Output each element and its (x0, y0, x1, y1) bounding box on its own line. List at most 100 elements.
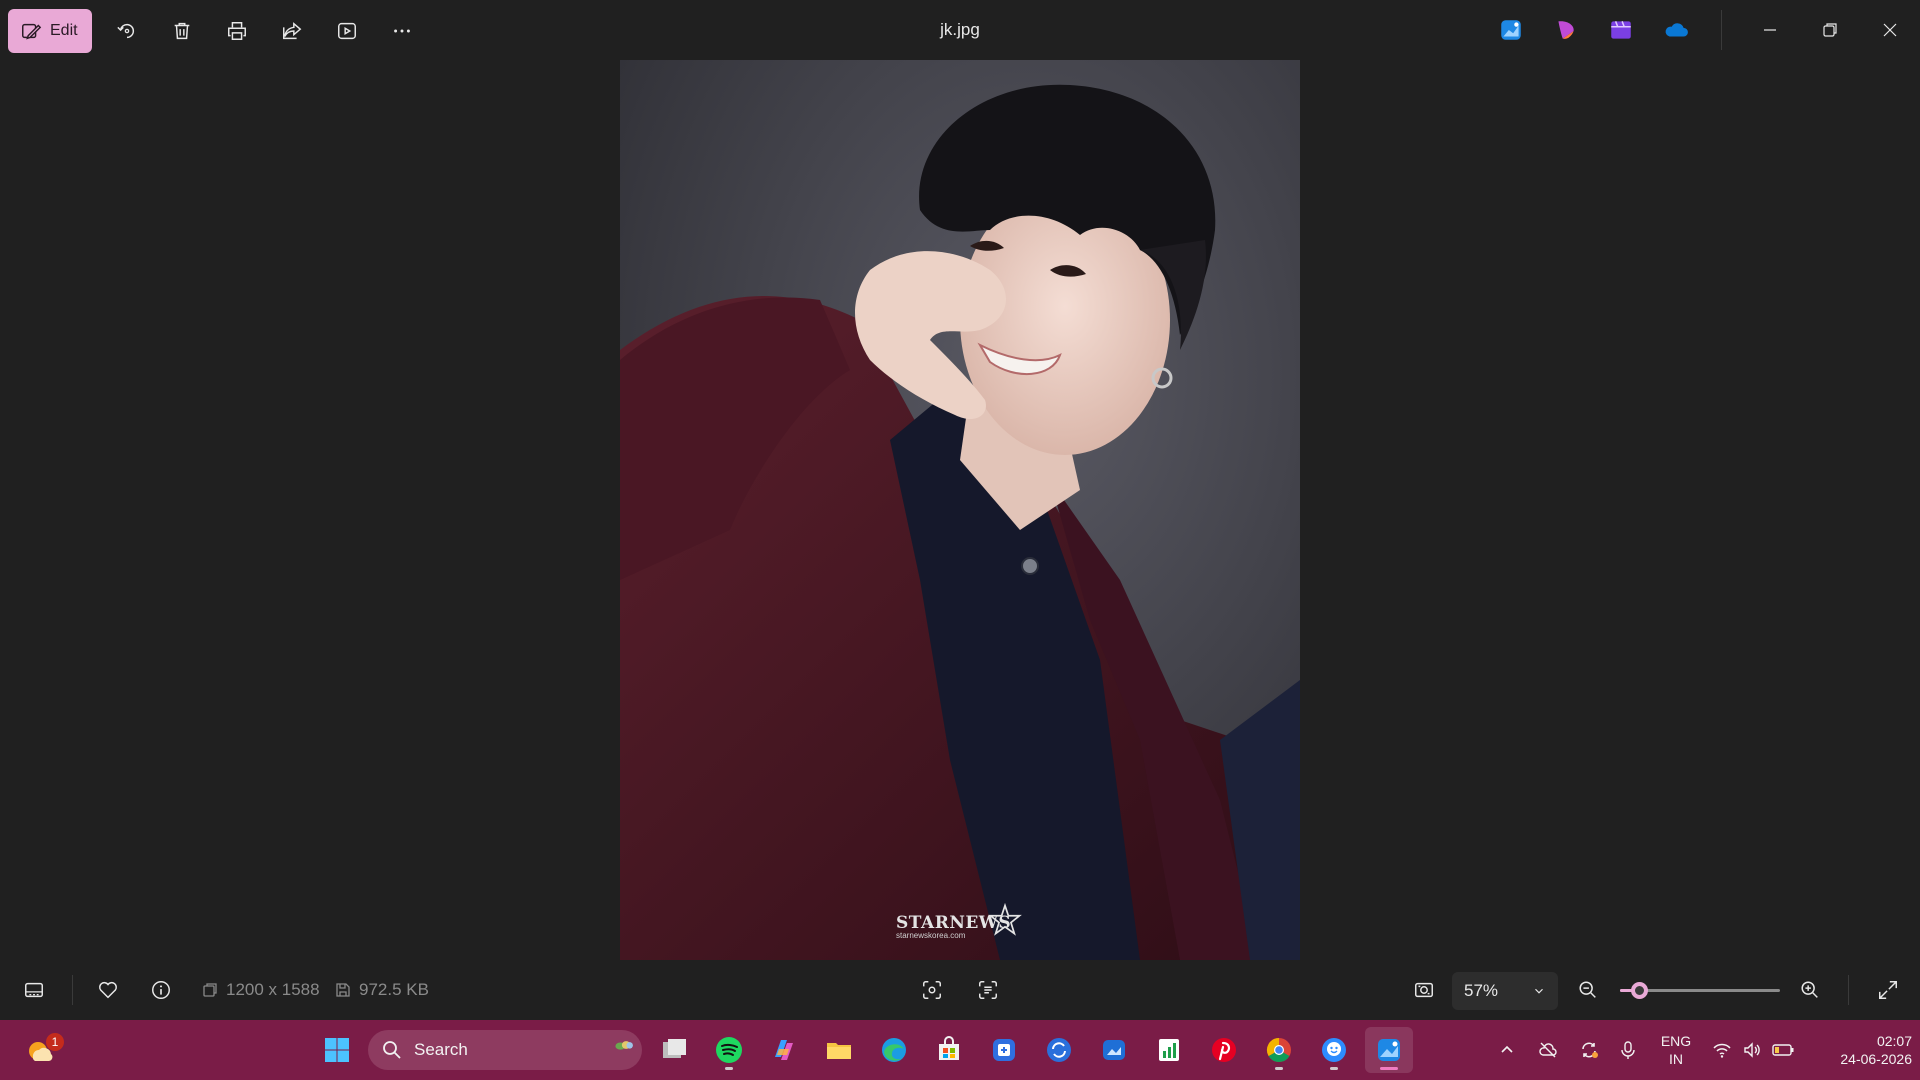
messenger-button[interactable] (1310, 1027, 1358, 1073)
wifi-icon (1713, 1043, 1731, 1058)
fit-to-window-button[interactable] (1402, 960, 1446, 1020)
task-view-button[interactable] (650, 1027, 698, 1073)
image-dimensions: 1200 x 1588 (202, 960, 320, 1020)
microphone-button[interactable] (1614, 1020, 1642, 1080)
running-indicator (1275, 1067, 1283, 1070)
time-text: 02:07 (1876, 1033, 1912, 1049)
bottom-bar: 1200 x 1588 972.5 KB 57% (0, 960, 1920, 1020)
onedrive-button[interactable] (1648, 0, 1703, 60)
sync-app-button[interactable] (1035, 1027, 1083, 1073)
pinterest-button[interactable] (1200, 1027, 1248, 1073)
dimensions-text: 1200 x 1588 (226, 980, 320, 999)
title-bar-separator (1721, 10, 1722, 50)
file-explorer-icon (827, 1043, 851, 1059)
zoom-in-button[interactable] (1788, 960, 1832, 1020)
teams-button[interactable] (980, 1027, 1028, 1073)
file-size: 972.5 KB (335, 960, 429, 1020)
photos-button[interactable] (1365, 1027, 1413, 1073)
portrait-photo (620, 60, 1300, 960)
watermark-star-icon (988, 903, 1022, 936)
search-icon (383, 1041, 401, 1059)
chrome-button[interactable] (1255, 1027, 1303, 1073)
sheets-icon (1159, 1039, 1179, 1061)
visual-search-button[interactable] (910, 960, 954, 1020)
clipchamp-button[interactable] (1538, 0, 1593, 60)
file-info-button[interactable] (139, 960, 183, 1020)
bottom-separator (72, 975, 73, 1005)
full-screen-button[interactable] (1866, 960, 1910, 1020)
spotify-button[interactable] (705, 1027, 753, 1073)
zoom-value: 57% (1464, 981, 1499, 1000)
sheets-button[interactable] (1145, 1027, 1193, 1073)
text-scan-icon (979, 981, 997, 999)
photo[interactable]: STARNEWS starnewskorea.com (620, 60, 1300, 960)
clipchamp-icon (1557, 21, 1574, 39)
file-explorer-button[interactable] (815, 1027, 863, 1073)
volume-button[interactable] (1739, 1020, 1765, 1080)
teams-icon (993, 1039, 1015, 1061)
onedrive-status-button[interactable] (1534, 1020, 1562, 1080)
show-hidden-icons-button[interactable] (1494, 1020, 1520, 1080)
minimize-icon (1764, 29, 1776, 31)
resolution-icon (203, 983, 217, 997)
chevron-down-icon (1535, 988, 1543, 994)
microphone-icon (1621, 1041, 1635, 1059)
language-region: IN (1669, 1051, 1683, 1067)
expand-icon (1879, 981, 1897, 999)
pinterest-icon (1212, 1038, 1236, 1062)
task-view-icon (663, 1039, 686, 1058)
search-placeholder: Search (414, 1040, 468, 1059)
video-editor-button[interactable] (1593, 0, 1648, 60)
fit-screen-icon (1415, 982, 1433, 998)
copilot-button[interactable] (760, 1027, 808, 1073)
info-icon (152, 981, 170, 999)
language-indicator[interactable]: ENG IN (1658, 1032, 1694, 1068)
photos-sync-icon (1103, 1040, 1125, 1060)
notification-badge: 1 (46, 1033, 64, 1051)
image-canvas[interactable]: STARNEWS starnewskorea.com (0, 60, 1920, 960)
language-code: ENG (1660, 1033, 1692, 1049)
start-button[interactable] (313, 1027, 361, 1073)
battery-button[interactable] (1768, 1020, 1798, 1080)
photos-app-icon (1500, 20, 1521, 40)
copilot-icon (775, 1040, 793, 1060)
video-editor-icon (1610, 21, 1631, 39)
bottom-separator-right (1848, 975, 1849, 1005)
spotify-icon (716, 1037, 742, 1063)
weather-widget[interactable]: 1 (16, 1027, 64, 1073)
search-highlight-icon (615, 1041, 633, 1050)
edge-button[interactable] (870, 1027, 918, 1073)
photos-app-button[interactable] (1483, 0, 1538, 60)
store-button[interactable] (925, 1027, 973, 1073)
chevron-up-icon (1501, 1045, 1513, 1053)
taskbar-search[interactable]: Search (368, 1030, 642, 1070)
running-indicator (725, 1067, 733, 1070)
favorite-button[interactable] (86, 960, 130, 1020)
restore-icon (1823, 23, 1837, 37)
volume-icon (1744, 1042, 1760, 1058)
chrome-icon (1266, 1038, 1291, 1063)
restore-button[interactable] (1800, 0, 1860, 60)
minimize-button[interactable] (1740, 0, 1800, 60)
clock[interactable]: 02:07 24-06-2026 (1808, 1032, 1912, 1068)
zoom-dropdown[interactable]: 57% (1452, 972, 1558, 1010)
zoom-slider[interactable] (1620, 982, 1780, 999)
zoom-out-button[interactable] (1566, 960, 1610, 1020)
close-icon (1883, 23, 1897, 37)
date-text: 24-06-2026 (1840, 1051, 1912, 1067)
running-indicator (1330, 1067, 1338, 1070)
sync-status-button[interactable] (1574, 1020, 1604, 1080)
battery-icon (1772, 1044, 1794, 1056)
file-size-text: 972.5 KB (359, 980, 429, 999)
sync-icon (1582, 1042, 1598, 1058)
text-scan-button[interactable] (966, 960, 1010, 1020)
filmstrip-button[interactable] (12, 960, 56, 1020)
start-icon (325, 1038, 349, 1062)
zoom-in-icon (1801, 981, 1818, 998)
zoom-slider-thumb[interactable] (1631, 982, 1648, 999)
photos-sync-button[interactable] (1090, 1027, 1138, 1073)
close-button[interactable] (1860, 0, 1920, 60)
store-icon (939, 1036, 959, 1060)
zoom-out-icon (1579, 981, 1596, 998)
wifi-button[interactable] (1709, 1020, 1735, 1080)
